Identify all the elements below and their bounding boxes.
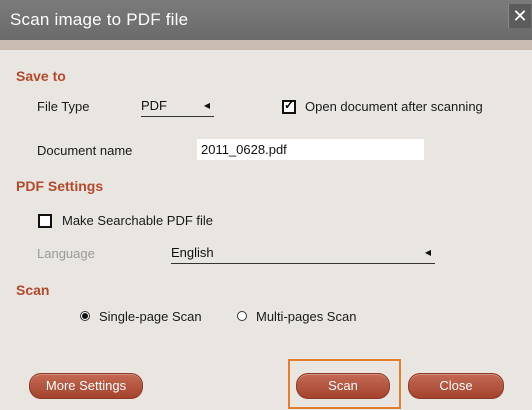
document-name-label: Document name — [37, 143, 133, 158]
multi-pages-radio[interactable] — [237, 311, 247, 321]
language-select[interactable]: English ◀ — [171, 243, 435, 264]
dropdown-arrow-icon: ◀ — [424, 248, 431, 257]
multi-pages-label: Multi-pages Scan — [256, 309, 357, 324]
language-label: Language — [37, 246, 95, 261]
document-name-field[interactable]: 2011_0628.pdf — [197, 139, 424, 160]
dropdown-arrow-icon: ◀ — [203, 101, 210, 110]
dialog-title: Scan image to PDF file — [10, 10, 189, 29]
title-bar: Scan image to PDF file ✕ — [0, 0, 532, 40]
more-settings-button[interactable]: More Settings — [29, 373, 143, 399]
save-to-heading: Save to — [16, 68, 66, 84]
single-page-radio[interactable] — [80, 311, 90, 321]
scan-button[interactable]: Scan — [296, 373, 390, 399]
scan-heading: Scan — [16, 282, 50, 298]
pdf-settings-heading: PDF Settings — [16, 178, 104, 194]
open-after-checkbox[interactable]: ✓ — [282, 98, 296, 114]
close-button[interactable]: Close — [408, 373, 504, 399]
language-value: English — [171, 245, 214, 260]
title-divider — [0, 40, 532, 50]
file-type-label: File Type — [37, 99, 90, 114]
searchable-checkbox[interactable] — [38, 214, 52, 228]
searchable-label: Make Searchable PDF file — [62, 213, 214, 228]
open-after-label: Open document after scanning — [305, 99, 483, 114]
close-icon[interactable]: ✕ — [508, 4, 531, 28]
file-type-select[interactable]: PDF ◀ — [141, 96, 214, 117]
file-type-value: PDF — [141, 98, 167, 113]
scan-dialog: Scan image to PDF file ✕ Save to File Ty… — [0, 0, 532, 410]
single-page-label: Single-page Scan — [99, 309, 202, 324]
checkmark-icon: ✓ — [284, 98, 295, 112]
